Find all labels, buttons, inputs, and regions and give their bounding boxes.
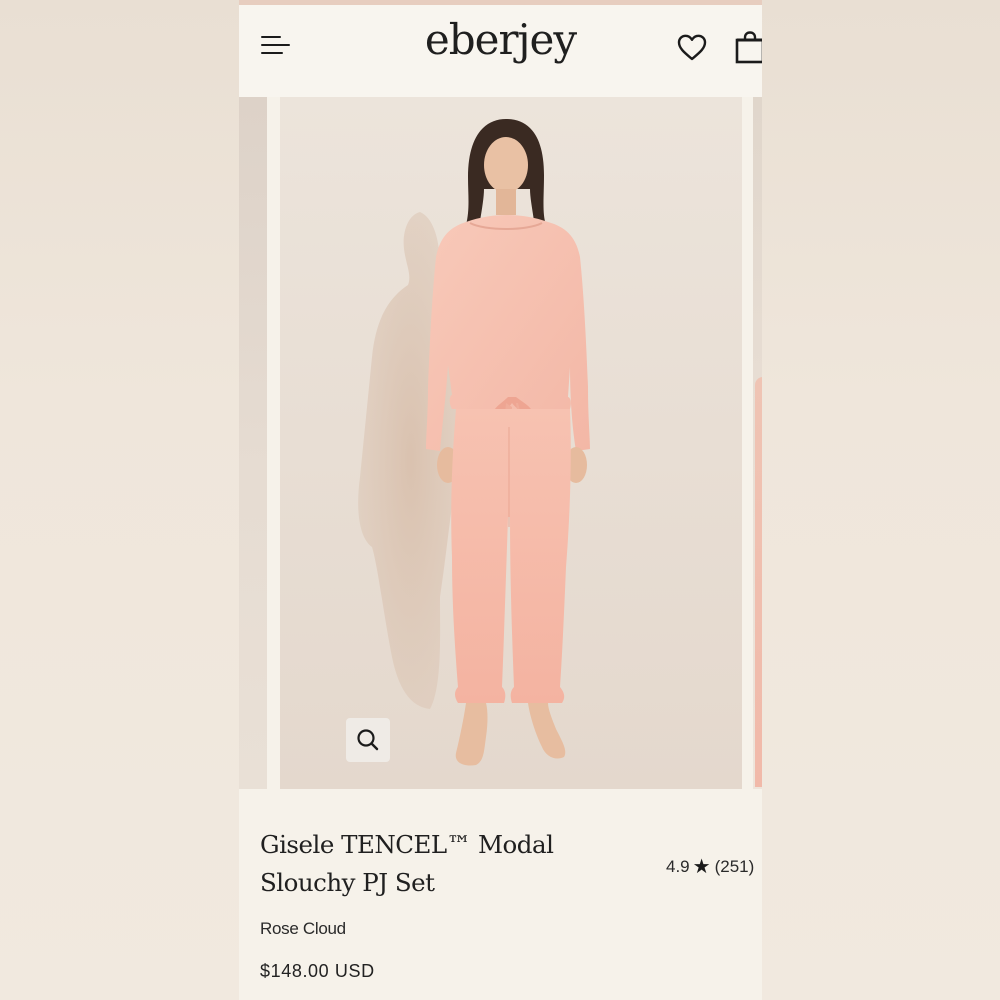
review-count: (251) [714, 857, 755, 876]
product-rating[interactable]: 4.9 ★ (251) [666, 854, 754, 879]
right-background [762, 0, 1000, 1000]
mobile-screen: eberjey Gisele TENCEL™ Modal Slouchy PJ … [239, 0, 762, 1000]
next-image-preview[interactable] [753, 97, 762, 789]
site-header: eberjey [239, 5, 762, 97]
star-icon: ★ [692, 856, 711, 878]
previous-image-preview[interactable] [239, 97, 267, 789]
zoom-button[interactable] [346, 718, 390, 762]
left-background [0, 0, 239, 1000]
next-image-garment [755, 377, 762, 787]
product-title: Gisele TENCEL™ Modal Slouchy PJ Set [260, 830, 554, 897]
product-price: $148.00 USD [260, 961, 375, 981]
cart-button[interactable] [733, 29, 762, 67]
selected-color-name: Rose Cloud [260, 919, 346, 938]
shopping-bag-icon [735, 31, 762, 64]
product-image-carousel[interactable] [239, 97, 762, 789]
magnifier-icon [357, 729, 379, 751]
wishlist-button[interactable] [675, 31, 709, 65]
product-image[interactable] [280, 97, 742, 789]
model-photo [280, 97, 742, 789]
rating-value: 4.9 [666, 857, 690, 876]
heart-icon [677, 34, 707, 61]
